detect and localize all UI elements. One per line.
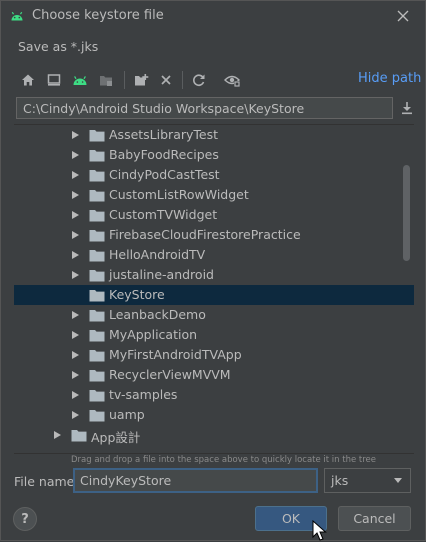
tree-item-label: CustomTVWidget [109, 207, 218, 222]
delete-icon[interactable] [156, 70, 176, 90]
folder-icon [89, 230, 105, 242]
refresh-icon[interactable] [189, 70, 209, 90]
tree-item-label: BabyFoodRecipes [109, 147, 219, 162]
tree-item[interactable]: CindyPodCastTest [14, 165, 414, 185]
folder-icon [89, 350, 105, 362]
file-chooser-toolbar: Hide path [14, 68, 421, 92]
folder-icon [89, 370, 105, 382]
tree-item[interactable]: CustomTVWidget [14, 205, 414, 225]
tree-item[interactable]: CustomListRowWidget [14, 185, 414, 205]
tree-scrollbar[interactable] [403, 165, 410, 261]
android-icon [11, 11, 23, 21]
tree-item[interactable]: MyFirstAndroidTVApp [14, 345, 414, 365]
expand-arrow-icon[interactable] [72, 331, 79, 339]
tree-item-label: CindyPodCastTest [109, 167, 220, 182]
toolbar-separator [124, 71, 125, 89]
expand-arrow-icon[interactable] [72, 211, 79, 219]
folder-icon [89, 150, 105, 162]
file-tree[interactable]: AssetsLibraryTest BabyFoodRecipes CindyPod… [14, 124, 414, 454]
choose-keystore-dialog: Choose keystore file Save as *.jks Hide … [0, 0, 426, 541]
tree-item-label: FirebaseCloudFirestorePractice [109, 227, 301, 242]
toolbar-separator [182, 71, 183, 89]
tree-item[interactable]: tv-samples [14, 385, 414, 405]
folder-icon [89, 210, 105, 222]
tree-item[interactable]: BabyFoodRecipes [14, 145, 414, 165]
tree-item-label: MyFirstAndroidTVApp [109, 347, 242, 362]
file-name-label: File name: [14, 474, 79, 489]
expand-arrow-icon[interactable] [72, 391, 79, 399]
tree-item[interactable]: justaline-android [14, 265, 414, 285]
module-icon[interactable] [96, 70, 116, 90]
tree-item-label: justaline-android [109, 267, 214, 282]
extension-value: jks [331, 473, 349, 488]
path-value: C:\Cindy\Android Studio Workspace\KeySto… [23, 101, 305, 116]
tree-item[interactable]: uamp [14, 405, 414, 425]
folder-icon [89, 190, 105, 202]
tree-item-label: App設計 [91, 430, 141, 445]
expand-arrow-icon[interactable] [72, 131, 79, 139]
expand-arrow-icon[interactable] [72, 371, 79, 379]
tree-item[interactable]: LeanbackDemo [14, 305, 414, 325]
expand-arrow-icon[interactable] [72, 411, 79, 419]
expand-arrow-icon[interactable] [72, 311, 79, 319]
path-input[interactable]: C:\Cindy\Android Studio Workspace\KeySto… [16, 97, 393, 119]
folder-icon [89, 410, 105, 422]
title-bar: Choose keystore file [1, 1, 425, 31]
tree-item-label: MyApplication [109, 327, 198, 342]
close-icon[interactable] [393, 6, 413, 26]
desktop-icon[interactable] [44, 70, 64, 90]
tree-item[interactable]: HelloAndroidTV [14, 245, 414, 265]
expand-arrow-icon[interactable] [72, 151, 79, 159]
tree-item[interactable]: MyApplication [14, 325, 414, 345]
tree-item-label: LeanbackDemo [109, 307, 206, 322]
tree-item-label: HelloAndroidTV [109, 247, 206, 262]
expand-arrow-icon[interactable] [72, 191, 79, 199]
tree-item-label: RecyclerViewMVVM [109, 367, 231, 382]
help-button[interactable]: ? [13, 507, 37, 531]
tree-item-label: uamp [109, 407, 145, 422]
tree-item-label: CustomListRowWidget [109, 187, 249, 202]
expand-arrow-icon[interactable] [72, 251, 79, 259]
folder-icon [89, 250, 105, 262]
folder-icon [89, 170, 105, 182]
expand-arrow-icon[interactable] [72, 231, 79, 239]
folder-icon [89, 390, 105, 402]
expand-arrow-icon[interactable] [72, 351, 79, 359]
file-name-input[interactable]: CindyKeyStore [73, 468, 318, 493]
drag-drop-hint: Drag and drop a file into the space abov… [71, 455, 377, 465]
tree-item-label: AssetsLibraryTest [109, 127, 219, 142]
expand-arrow-icon[interactable] [72, 171, 79, 179]
tree-item[interactable]: App設計 [14, 425, 414, 445]
tree-item[interactable]: FirebaseCloudFirestorePractice [14, 225, 414, 245]
expand-arrow-icon[interactable] [72, 271, 79, 279]
folder-icon [89, 290, 105, 302]
extension-select[interactable]: jks [324, 468, 411, 493]
hide-path-link[interactable]: Hide path [358, 71, 421, 86]
dialog-title: Choose keystore file [32, 8, 164, 23]
folder-icon [89, 130, 105, 142]
file-name-value: CindyKeyStore [80, 473, 172, 488]
tree-item[interactable]: AssetsLibraryTest [14, 125, 414, 145]
new-folder-icon[interactable] [131, 70, 151, 90]
show-hidden-icon[interactable] [222, 70, 242, 90]
tree-item-label: tv-samples [109, 387, 178, 402]
chevron-down-icon [394, 478, 402, 483]
download-icon[interactable] [397, 98, 417, 118]
android-project-icon[interactable] [70, 70, 90, 90]
expand-arrow-icon[interactable] [54, 431, 61, 439]
mouse-cursor-icon [312, 520, 327, 541]
folder-icon [89, 330, 105, 342]
folder-icon [89, 270, 105, 282]
folder-icon [71, 430, 87, 442]
cancel-button[interactable]: Cancel [338, 506, 411, 531]
tree-item[interactable]: RecyclerViewMVVM [14, 365, 414, 385]
tree-item[interactable]: KeyStore [14, 285, 414, 305]
dialog-description: Save as *.jks [18, 39, 99, 54]
folder-icon [89, 310, 105, 322]
home-icon[interactable] [18, 70, 38, 90]
tree-item-label: KeyStore [109, 287, 165, 302]
